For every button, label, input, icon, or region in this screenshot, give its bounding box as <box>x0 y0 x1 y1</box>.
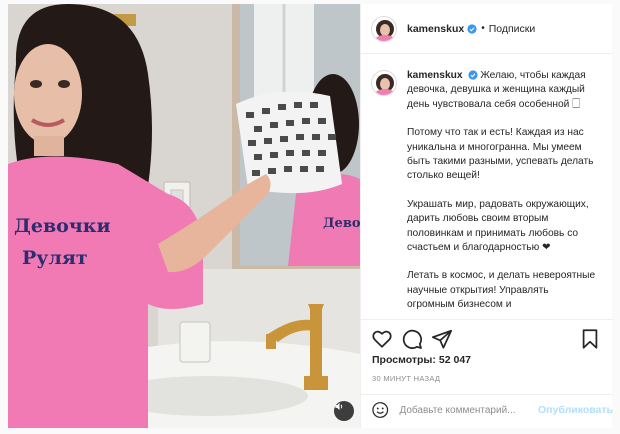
following-button[interactable]: Подписки <box>489 23 536 35</box>
caption-avatar[interactable] <box>371 70 397 96</box>
views-label: Просмотры: <box>372 354 436 366</box>
post-side-panel: kamenskux • Подписки kamenskux Желаю, чт… <box>360 4 613 428</box>
video-frame-illustration: Девочки <box>8 4 360 428</box>
post-video[interactable]: Девочки <box>8 4 360 428</box>
shirt-text-line2: Рулят <box>22 247 88 269</box>
heart-icon[interactable] <box>371 328 393 350</box>
caption-paragraph: kamenskux Желаю, чтобы каждая девочка, д… <box>407 69 599 112</box>
verified-badge-icon <box>467 23 477 34</box>
share-icon[interactable] <box>431 328 453 350</box>
comment-input[interactable] <box>399 404 539 416</box>
mirror-shirt-text: Девочки <box>323 216 360 231</box>
instagram-post-frame: Девочки <box>0 0 620 434</box>
caption-username[interactable]: kamenskux <box>407 70 463 81</box>
checkered-towel <box>236 91 342 194</box>
woman-face <box>14 44 82 144</box>
views-count[interactable]: Просмотры: 52 047 <box>372 354 471 366</box>
caption-text: kamenskux Желаю, чтобы каждая девочка, д… <box>407 69 599 319</box>
speaker-icon <box>335 402 343 411</box>
cup <box>179 321 211 363</box>
views-number: 52 047 <box>438 354 472 366</box>
verified-badge-icon <box>467 70 478 80</box>
bookmark-icon[interactable] <box>579 328 601 350</box>
caption-paragraph-2: Потому что так и есть! Каждая из нас уни… <box>407 127 594 182</box>
caption-paragraph-3: Украшать мир, радовать окружающих, дарит… <box>407 198 589 254</box>
shirt-text-line1: Девочки <box>14 215 111 237</box>
header-username[interactable]: kamenskux <box>407 23 464 35</box>
emoji-icon[interactable] <box>371 400 389 420</box>
sound-toggle-button[interactable] <box>334 401 354 421</box>
post-actions: Просмотры:52 047 30 минут назад Опублико… <box>361 319 613 424</box>
post-timestamp[interactable]: 30 минут назад <box>372 374 440 383</box>
caption-area: kamenskux Желаю, чтобы каждая девочка, д… <box>361 55 613 319</box>
header-separator: • <box>481 23 485 34</box>
add-comment-row: Опубликовать <box>361 394 613 425</box>
caption-paragraph-4: Летать в космос, и делать невероятные на… <box>407 270 596 311</box>
post-header: kamenskux • Подписки <box>361 4 613 54</box>
publish-button[interactable]: Опубликовать <box>538 404 613 416</box>
action-icons <box>371 328 603 350</box>
comment-icon[interactable] <box>401 328 423 350</box>
avatar[interactable] <box>371 15 397 42</box>
